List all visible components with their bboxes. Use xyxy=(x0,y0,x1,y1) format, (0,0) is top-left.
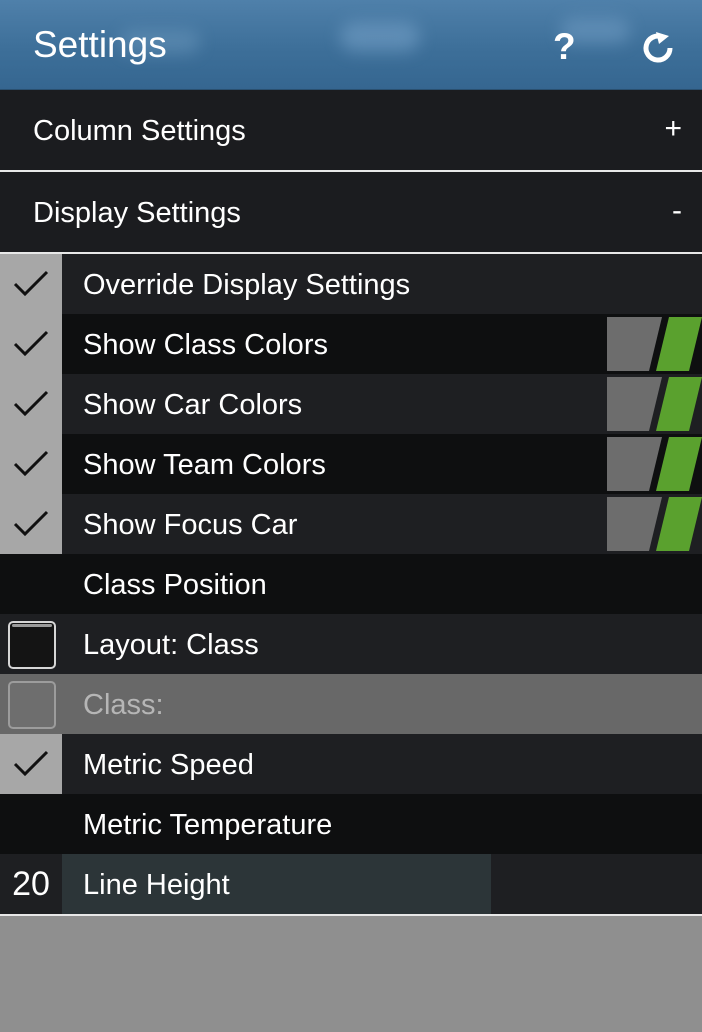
checkbox-unchecked[interactable] xyxy=(0,614,62,674)
section-title: Column Settings xyxy=(33,115,246,147)
setting-label: Class: xyxy=(83,689,164,721)
settings-header: Settings ? xyxy=(0,0,702,90)
checkmark-icon xyxy=(13,390,49,417)
setting-label: Show Team Colors xyxy=(83,449,326,481)
setting-row-layout-class[interactable]: Layout: Class xyxy=(0,614,702,674)
page-title: Settings xyxy=(33,24,167,65)
setting-row-team-colors[interactable]: Show Team Colors xyxy=(0,434,702,494)
checkmark-icon xyxy=(13,450,49,477)
setting-row-car-colors[interactable]: Show Car Colors xyxy=(0,374,702,434)
color-swatch[interactable] xyxy=(607,377,702,431)
help-icon[interactable]: ? xyxy=(553,26,576,68)
checkbox-box[interactable] xyxy=(8,621,56,669)
checkmark-icon xyxy=(13,510,49,537)
color-swatch[interactable] xyxy=(607,317,702,371)
setting-label: Metric Speed xyxy=(83,749,254,781)
checkbox-disabled xyxy=(0,674,62,734)
expand-icon[interactable]: + xyxy=(664,112,682,146)
display-settings-section[interactable]: Display Settings - xyxy=(0,172,702,254)
setting-row-line-height[interactable]: 20 Line Height xyxy=(0,854,702,916)
setting-row-metric-temperature[interactable]: Metric Temperature xyxy=(0,794,702,854)
checkbox-checked[interactable] xyxy=(0,314,62,374)
checkbox-checked[interactable] xyxy=(0,494,62,554)
setting-label: Override Display Settings xyxy=(83,269,411,301)
checkmark-icon xyxy=(13,750,49,777)
setting-row-focus-car[interactable]: Show Focus Car xyxy=(0,494,702,554)
column-settings-section[interactable]: Column Settings + xyxy=(0,90,702,172)
setting-label: Layout: Class xyxy=(83,629,259,661)
setting-label: Line Height xyxy=(83,869,230,901)
setting-row-metric-speed[interactable]: Metric Speed xyxy=(0,734,702,794)
setting-row-class-position[interactable]: Class Position xyxy=(0,554,702,614)
section-title: Display Settings xyxy=(33,197,241,229)
line-height-value[interactable]: 20 xyxy=(0,854,62,914)
setting-label: Show Class Colors xyxy=(83,329,328,361)
setting-label: Show Car Colors xyxy=(83,389,303,421)
refresh-icon[interactable] xyxy=(640,30,676,66)
checkbox-checked[interactable] xyxy=(0,734,62,794)
checkbox-checked[interactable] xyxy=(0,254,62,314)
collapse-icon[interactable]: - xyxy=(672,194,682,228)
color-swatch[interactable] xyxy=(607,497,702,551)
checkbox-box xyxy=(8,681,56,729)
checkbox-checked[interactable] xyxy=(0,434,62,494)
setting-label: Show Focus Car xyxy=(83,509,298,541)
checkbox-unchecked[interactable] xyxy=(0,554,62,614)
line-height-slider[interactable]: Line Height xyxy=(62,854,491,914)
setting-label: Class Position xyxy=(83,569,267,601)
checkmark-icon xyxy=(13,330,49,357)
setting-label: Metric Temperature xyxy=(83,809,333,841)
color-swatch[interactable] xyxy=(607,437,702,491)
setting-row-override-display[interactable]: Override Display Settings xyxy=(0,254,702,314)
checkbox-unchecked[interactable] xyxy=(0,794,62,854)
setting-row-class-disabled: Class: xyxy=(0,674,702,734)
checkbox-checked[interactable] xyxy=(0,374,62,434)
checkmark-icon xyxy=(13,270,49,297)
setting-row-class-colors[interactable]: Show Class Colors xyxy=(0,314,702,374)
